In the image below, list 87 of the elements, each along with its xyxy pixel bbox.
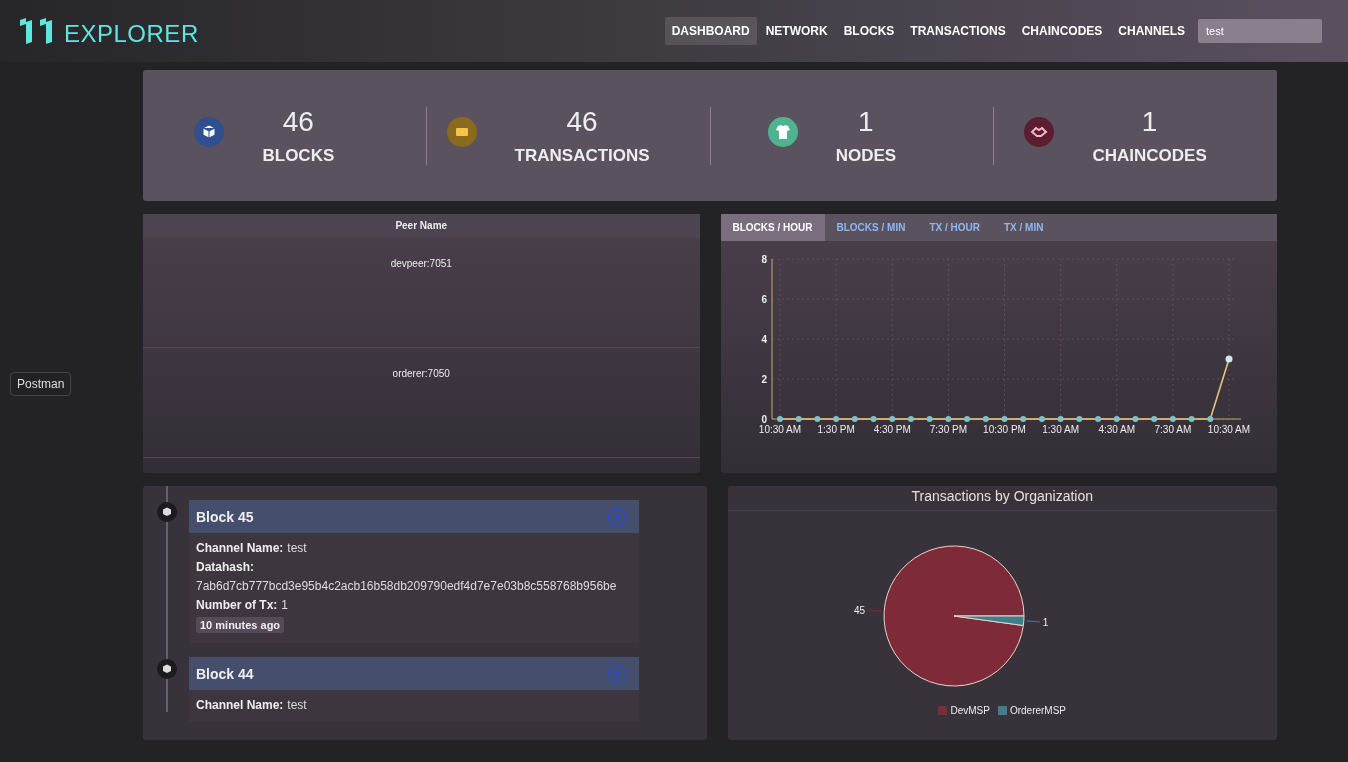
stat-value: 46 [566,105,598,138]
chart-tab[interactable]: BLOCKS / MIN [824,214,918,241]
table-cell: orderer:7050 [392,368,450,379]
x-tick-label: 7:30 AM [1154,424,1191,435]
nav-link[interactable]: BLOCKS [836,17,902,45]
cube-icon [157,659,177,679]
y-tick-label: 4 [760,334,767,345]
y-tick-label: 6 [760,294,767,305]
nav-link[interactable]: TRANSACTIONS [903,17,1013,45]
stat-value: 1 [1141,105,1158,138]
stat-label: NODES [835,145,897,166]
chart-tab[interactable]: TX / HOUR [917,214,992,241]
postman-button[interactable]: Postman [10,372,72,396]
field-label: Channel Name: [196,541,284,555]
x-tick-label: 10:30 AM [1207,424,1250,435]
data-point [870,416,877,422]
legend-label[interactable]: OrdererMSP [1009,705,1067,716]
data-point [813,416,820,422]
data-point [776,416,783,422]
legend-swatch [997,706,1007,715]
stat-label: BLOCKS [262,145,335,166]
stat-label: TRANSACTIONS [514,145,650,166]
chart-title: Transactions by Organization [727,486,1277,511]
data-label: 45 [854,605,866,617]
x-tick-label: 1:30 AM [1041,424,1079,435]
stop-icon[interactable] [607,663,627,684]
table-cell: devpeer:7051 [390,258,452,269]
data-point [1188,416,1195,422]
chart-tab[interactable]: BLOCKS / HOUR [720,214,825,241]
data-point [1001,416,1007,422]
nav-link[interactable]: CHAINCODES [1014,17,1110,45]
stat-label: CHAINCODES [1092,145,1207,166]
nav-link[interactable]: DASHBOARD [664,17,757,45]
nav-link[interactable]: NETWORK [758,17,835,45]
field-value: 1 [281,598,289,612]
chart-tab[interactable]: TX / MIN [991,214,1056,241]
field-label: Number of Tx: [196,598,278,612]
data-point [1038,416,1045,422]
stat-value: 1 [858,105,874,138]
y-tick-label: 2 [760,374,767,385]
time-badge: 10 minutes ago [196,617,285,633]
data-point [1113,416,1120,422]
x-tick-label: 4:30 AM [1097,424,1135,435]
field-value: 7ab6d7cb777bcd3e95b4c2acb16b58db209790edf4d7e7e03b8c558768b956be [196,579,617,593]
channel-select[interactable]: test [1198,19,1322,43]
block-title: Block 45 [196,508,254,525]
nav-link[interactable]: CHANNELS [1111,17,1192,45]
stat-value: 46 [282,105,314,138]
explorer-logo[interactable]: EXPLORER [18,14,199,48]
block-title: Block 44 [196,665,254,682]
data-point [1169,416,1176,422]
data-point [982,416,989,422]
field-value: test [287,698,307,712]
x-tick-label: 4:30 PM [873,424,911,435]
column-header: Peer Name [143,214,700,238]
field-label: Datahash: [196,560,254,574]
data-point [832,416,839,422]
data-point [1019,416,1026,422]
data-point [1206,416,1213,422]
data-point [1150,416,1157,422]
x-tick-label: 10:30 PM [982,424,1026,435]
data-point [888,416,895,422]
cube-icon [157,502,177,522]
y-tick-label: 8 [760,254,767,265]
stop-icon[interactable] [607,506,627,527]
data-point [963,416,970,422]
x-tick-label: 10:30 AM [758,424,801,435]
x-tick-label: 1:30 PM [817,424,855,435]
data-point [1131,416,1138,422]
data-point [1094,416,1101,422]
field-label: Channel Name: [196,698,284,712]
legend-swatch [938,706,948,715]
data-point [944,416,951,422]
field-value: test [287,541,307,555]
data-point [907,416,914,422]
data-point [795,416,802,422]
x-tick-label: 7:30 PM [929,424,967,435]
leader-line [867,609,882,612]
data-point [851,416,858,422]
leader-line [1026,620,1041,623]
data-label: 1 [1043,616,1049,628]
data-point [1057,416,1064,422]
y-tick-label: 0 [760,414,767,425]
data-point [926,416,933,422]
data-point [1075,416,1082,422]
legend-label[interactable]: DevMSP [950,705,990,716]
data-point [1225,355,1232,363]
